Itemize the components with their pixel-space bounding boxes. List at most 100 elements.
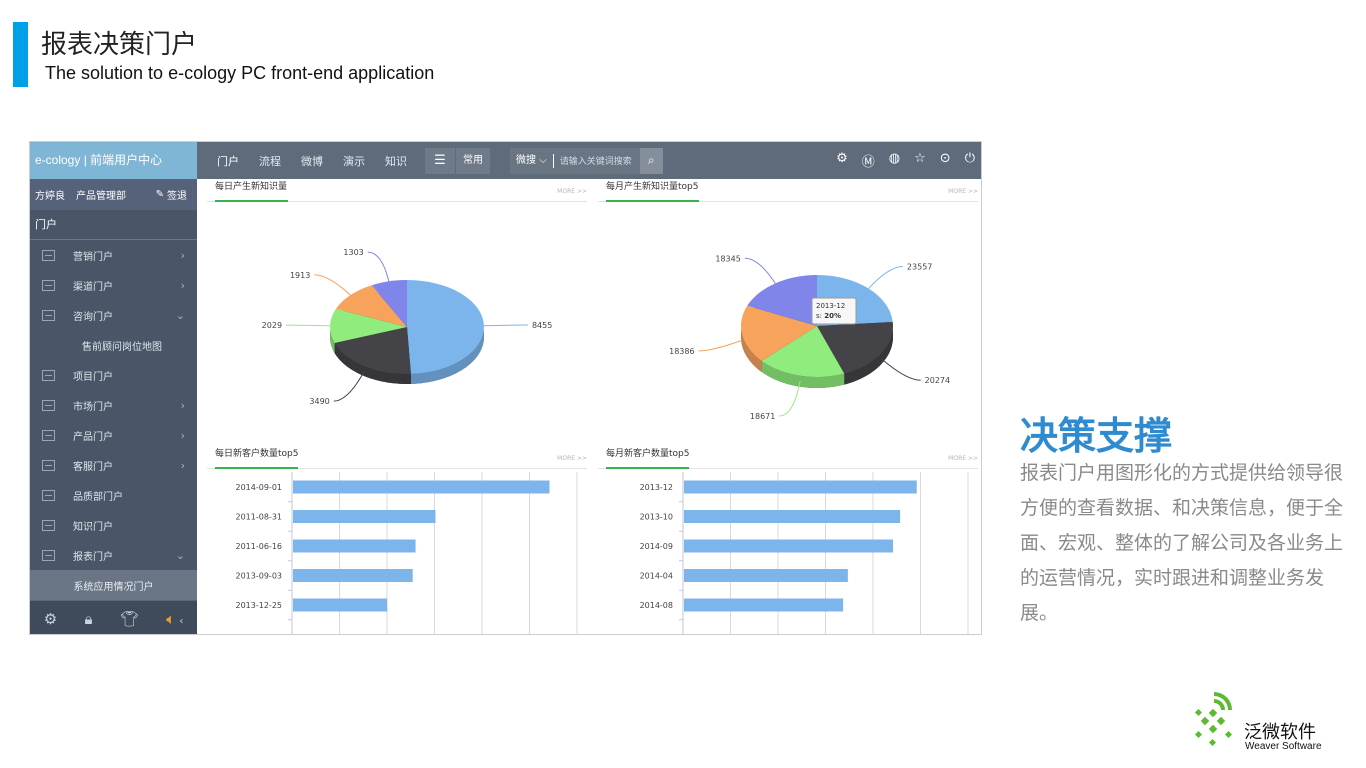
sidebar-item[interactable]: 产品门户 › — [30, 420, 197, 450]
bar[interactable] — [293, 569, 413, 582]
bar[interactable] — [684, 569, 848, 582]
sidebar-heading: 门户 — [30, 210, 197, 240]
speaker-icon[interactable]: 🔈︎ ‹ — [166, 610, 183, 628]
bar[interactable] — [293, 480, 550, 494]
menu-item-icon — [42, 399, 55, 411]
more-link[interactable]: MORE >> — [948, 450, 978, 467]
sign-out-button[interactable]: ✎ 签退 — [156, 187, 187, 202]
sidebar-item[interactable]: 渠道门户 › — [30, 270, 197, 300]
panel-daily-customers: 每日新客户数量top5 MORE >> — [207, 446, 587, 469]
top-nav: 门户 流程 微博 演示 知识 — [207, 153, 417, 169]
search-input[interactable]: 请输入关键词搜索 — [554, 154, 640, 167]
panel-title-underline — [215, 467, 298, 469]
bar[interactable] — [684, 598, 844, 612]
more-link[interactable]: MORE >> — [948, 183, 978, 200]
top-bar: 门户 流程 微博 演示 知识 ☰ 常用 微搜 ⌵ 请输入关键词搜索 ⌕ ⚙ Ⓜ … — [197, 142, 981, 179]
toolbar-icons: ⚙ Ⓜ ◍ ☆ ⊙ ⏻ — [836, 151, 975, 170]
sidebar-item[interactable]: 售前顾问岗位地图 — [30, 330, 197, 360]
pie-label-connector — [483, 324, 528, 327]
bar[interactable] — [293, 598, 388, 612]
nav-knowledge[interactable]: 知识 — [375, 153, 417, 169]
sidebar-item[interactable]: 项目门户 — [30, 360, 197, 390]
menu-item-icon — [42, 429, 55, 441]
category-label: 2013-09-03 — [236, 572, 283, 581]
pie-data-label: 23557 — [907, 263, 932, 272]
sidebar-item[interactable]: 品质部门户 — [30, 480, 197, 510]
more-link[interactable]: MORE >> — [557, 450, 587, 467]
search-scope-select[interactable]: 微搜 ⌵ — [510, 153, 554, 168]
bar[interactable] — [684, 480, 917, 494]
gear-group-icon[interactable]: ⚙ — [836, 151, 848, 170]
collapse-arrow[interactable]: ‹ — [179, 616, 183, 627]
bar-chart-monthly: 2013-12 2013-10 2014-09 2014-04 2014-08 — [640, 472, 969, 634]
pie-label-connector — [286, 324, 331, 327]
sidebar-item-label: 市场门户 — [73, 401, 113, 413]
feature-body: 报表门户用图形化的方式提供给领导很方便的查看数据、和决策信息，便于全面、宏观、整… — [1020, 462, 1344, 624]
pie-chart-monthly: 23557 20274 18671 18386 18345 2013-12 s: 20% — [669, 254, 950, 421]
pie-data-label: 8455 — [532, 321, 552, 330]
bar-chart-daily: 2014-09-01 2011-08-31 2011-06-16 2013-09-03… — [236, 472, 578, 634]
sidebar-item-label: 营销门户 — [73, 251, 113, 263]
category-label: 2013-10 — [640, 513, 673, 522]
nav-workflow[interactable]: 流程 — [249, 153, 291, 169]
favorites-button[interactable]: 常用 — [456, 147, 490, 174]
title-accent-bar — [13, 22, 28, 87]
menu-item-icon — [42, 519, 55, 531]
m-circle-icon[interactable]: Ⓜ — [862, 151, 875, 170]
sidebar-item[interactable]: 系统应用情况门户 — [30, 570, 197, 600]
sidebar-item[interactable]: 知识门户 — [30, 510, 197, 540]
feature-heading: 决策支撑 — [1020, 414, 1173, 458]
sidebar-item-label: 产品门户 — [73, 431, 113, 443]
user-name[interactable]: 方婷良 — [35, 187, 65, 202]
bar[interactable] — [684, 510, 901, 523]
more-link[interactable]: MORE >> — [557, 183, 587, 200]
panel-title-text: 每日产生新知识量 — [215, 182, 288, 192]
lock-icon[interactable]: 🔒︎ — [85, 610, 93, 628]
nav-weibo[interactable]: 微博 — [291, 153, 333, 169]
category-label: 2011-08-31 — [236, 513, 283, 522]
bar[interactable] — [293, 539, 416, 553]
slide: 报表决策门户 The solution to e-cology PC front… — [0, 0, 1366, 768]
globe-icon[interactable]: ◍ — [889, 151, 900, 170]
app-screenshot: e-cology | 前端用户中心 方婷良 产品管理部 ✎ 签退 门户 营销门户… — [29, 141, 982, 635]
panel-monthly-customers: 每月新客户数量top5 MORE >> — [598, 446, 978, 469]
pie-data-label: 1913 — [290, 271, 310, 280]
panel-monthly-knowledge: 每月产生新知识量top5 MORE >> — [598, 179, 978, 202]
menu-icon[interactable]: ☰ — [425, 147, 455, 174]
star-icon[interactable]: ☆ — [914, 151, 926, 170]
sidebar-item[interactable]: 报表门户 ⌄ — [30, 540, 197, 570]
app-brand[interactable]: e-cology | 前端用户中心 — [30, 142, 197, 179]
settings-icon[interactable]: ⚙ — [44, 610, 57, 628]
sidebar-footer: ⚙ 🔒︎ 👕︎ 🔈︎ ‹ — [30, 600, 197, 634]
sidebar-item[interactable]: 咨询门户 ⌄ — [30, 300, 197, 330]
panel-title-underline — [606, 467, 689, 469]
panel-title-text: 每月新客户数量top5 — [606, 449, 690, 459]
chevron-icon: › — [180, 458, 185, 472]
user-bar: 方婷良 产品管理部 ✎ 签退 — [30, 179, 197, 210]
power-icon[interactable]: ⏻ — [965, 151, 975, 170]
bar[interactable] — [684, 539, 893, 553]
bar[interactable] — [293, 510, 436, 523]
pie-tooltip: 2013-12 s: 20% — [811, 297, 857, 325]
pie-label-connector — [333, 370, 365, 402]
slide-subtitle: The solution to e-cology PC front-end ap… — [45, 63, 435, 83]
sign-out-label: 签退 — [167, 191, 187, 202]
pie-label-connector — [367, 251, 390, 282]
sidebar-item[interactable]: 市场门户 › — [30, 390, 197, 420]
sidebar-item[interactable]: 营销门户 › — [30, 240, 197, 270]
pen-icon: ✎ — [155, 189, 164, 200]
nav-demo[interactable]: 演示 — [333, 153, 375, 169]
sidebar-item[interactable]: 客服门户 › — [30, 450, 197, 480]
sidebar-item-label: 咨询门户 — [73, 311, 113, 323]
panel-title-text: 每日新客户数量top5 — [215, 449, 299, 459]
panel-title-text: 每月产生新知识量top5 — [606, 182, 699, 192]
category-label: 2014-09-01 — [236, 483, 283, 492]
shirt-icon[interactable]: 👕︎ — [120, 610, 139, 628]
search-icon[interactable]: ⌕ — [639, 147, 663, 174]
pie-data-label: 20274 — [925, 376, 950, 385]
tooltip-line: s: 20% — [816, 312, 841, 320]
more-icon[interactable]: ⊙ — [940, 151, 951, 170]
nav-portal[interactable]: 门户 — [207, 153, 249, 169]
sidebar-item-label: 知识门户 — [73, 521, 113, 533]
pie-label-connector — [744, 257, 776, 284]
